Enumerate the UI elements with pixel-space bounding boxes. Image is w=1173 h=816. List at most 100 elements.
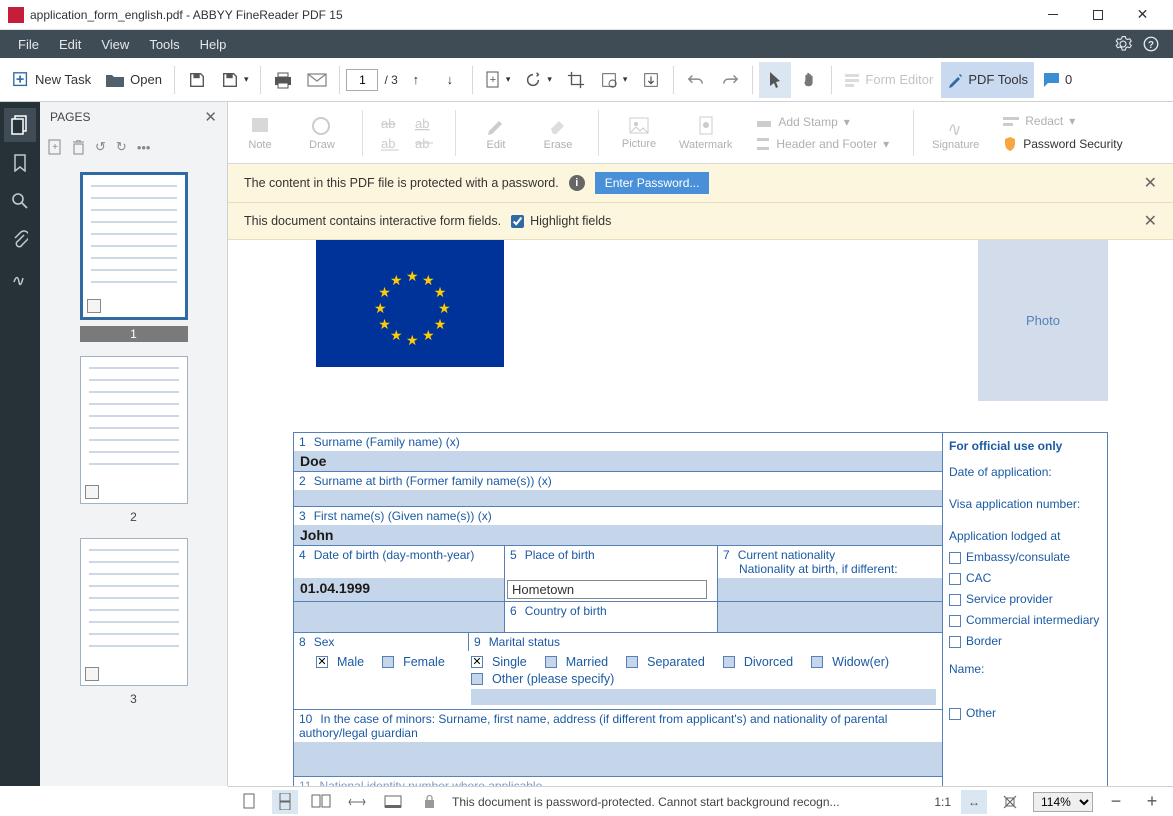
- open-button[interactable]: Open: [99, 62, 168, 98]
- dob-value[interactable]: 01.04.1999: [294, 578, 505, 601]
- strikethrough-icon[interactable]: ab: [381, 115, 403, 131]
- single-checkbox[interactable]: [471, 656, 483, 668]
- close-form-banner[interactable]: ✕: [1144, 211, 1157, 231]
- married-checkbox[interactable]: [545, 656, 557, 668]
- enter-password-button[interactable]: Enter Password...: [595, 172, 710, 194]
- hand-tool[interactable]: [793, 62, 825, 98]
- divorced-checkbox[interactable]: [723, 656, 735, 668]
- rotate-left-icon[interactable]: ↺: [95, 139, 106, 155]
- fit-page-width-icon[interactable]: ↔: [961, 790, 987, 814]
- crop-button[interactable]: [560, 62, 592, 98]
- print-button[interactable]: [267, 62, 299, 98]
- highlight-under-icon[interactable]: ab: [381, 135, 403, 151]
- signatures-tab-icon[interactable]: [4, 260, 36, 294]
- underline-icon[interactable]: ab: [415, 115, 437, 131]
- bookmarks-tab-icon[interactable]: [4, 146, 36, 180]
- page-thumbnail[interactable]: [80, 172, 188, 320]
- page-thumbnail[interactable]: [80, 356, 188, 504]
- settings-icon[interactable]: [1109, 30, 1137, 58]
- border-checkbox[interactable]: [949, 636, 961, 648]
- embassy-checkbox[interactable]: [949, 552, 961, 564]
- zoom-out-button[interactable]: −: [1103, 790, 1129, 814]
- commercial-checkbox[interactable]: [949, 615, 961, 627]
- male-checkbox[interactable]: [316, 656, 328, 668]
- save-as-button[interactable]: ▾: [215, 62, 255, 98]
- other-marital-field[interactable]: [471, 689, 936, 705]
- menu-tools[interactable]: Tools: [139, 30, 189, 58]
- page-down-button[interactable]: ↓: [434, 62, 466, 98]
- page-thumbnail[interactable]: [80, 538, 188, 686]
- menu-view[interactable]: View: [91, 30, 139, 58]
- form-editor-button[interactable]: Form Editor: [838, 62, 939, 98]
- menu-file[interactable]: File: [8, 30, 49, 58]
- fullscreen-icon[interactable]: [380, 790, 406, 814]
- more-icon[interactable]: •••: [137, 140, 151, 155]
- close-password-banner[interactable]: ✕: [1144, 173, 1157, 193]
- firstname-value[interactable]: John: [294, 525, 942, 545]
- note-tool[interactable]: Note: [238, 115, 282, 151]
- info-icon[interactable]: i: [569, 175, 585, 191]
- attachments-tab-icon[interactable]: [4, 222, 36, 256]
- ocr-button[interactable]: ▾: [594, 62, 634, 98]
- female-checkbox[interactable]: [382, 656, 394, 668]
- other-checkbox[interactable]: [949, 708, 961, 720]
- comments-button[interactable]: 0: [1036, 62, 1078, 98]
- surname-value[interactable]: Doe: [294, 451, 942, 471]
- zoom-ratio[interactable]: 1:1: [934, 795, 951, 809]
- picture-tool[interactable]: Picture: [617, 116, 661, 150]
- single-page-icon[interactable]: [236, 790, 262, 814]
- place-birth-input[interactable]: Hometown: [507, 580, 707, 599]
- separated-checkbox[interactable]: [626, 656, 638, 668]
- search-tab-icon[interactable]: [4, 184, 36, 218]
- save-button[interactable]: [181, 62, 213, 98]
- document-viewport[interactable]: ★★★★★★★★★★★★ Photo For official use only…: [228, 240, 1173, 786]
- rotate-right-icon[interactable]: ↻: [116, 139, 127, 155]
- minors-field[interactable]: [294, 742, 942, 776]
- page-number-input[interactable]: [346, 69, 378, 91]
- maximize-button[interactable]: [1075, 0, 1120, 30]
- cac-checkbox[interactable]: [949, 573, 961, 585]
- header-footer-button[interactable]: Header and Footer ▾: [750, 134, 895, 154]
- surname-birth-field[interactable]: [294, 490, 942, 506]
- pages-tab-icon[interactable]: [4, 108, 36, 142]
- minimize-button[interactable]: [1030, 0, 1075, 30]
- watermark-tool[interactable]: Watermark: [679, 115, 732, 151]
- signature-tool[interactable]: Signature: [932, 115, 979, 151]
- fit-width-icon[interactable]: [344, 790, 370, 814]
- page-up-button[interactable]: ↑: [400, 62, 432, 98]
- redo-button[interactable]: [714, 62, 746, 98]
- email-button[interactable]: [301, 62, 333, 98]
- delete-page-icon[interactable]: [72, 140, 85, 155]
- zoom-in-button[interactable]: +: [1139, 790, 1165, 814]
- nationality-field[interactable]: [718, 578, 942, 601]
- password-security-button[interactable]: Password Security: [997, 133, 1128, 155]
- zoom-select[interactable]: 114%: [1033, 792, 1093, 812]
- edit-tool[interactable]: Edit: [474, 115, 518, 151]
- pdf-tools-button[interactable]: PDF Tools: [941, 62, 1034, 98]
- close-button[interactable]: ✕: [1120, 0, 1165, 30]
- export-button[interactable]: [635, 62, 667, 98]
- other-marital-checkbox[interactable]: [471, 673, 483, 685]
- pages-panel-close[interactable]: ✕: [204, 108, 217, 126]
- lock-icon: [416, 790, 442, 814]
- double-strike-icon[interactable]: ab: [415, 135, 437, 151]
- help-icon[interactable]: ?: [1137, 30, 1165, 58]
- menu-edit[interactable]: Edit: [49, 30, 91, 58]
- widow-checkbox[interactable]: [811, 656, 823, 668]
- actual-size-icon[interactable]: [997, 790, 1023, 814]
- two-page-icon[interactable]: [308, 790, 334, 814]
- undo-button[interactable]: [680, 62, 712, 98]
- add-blank-page-icon[interactable]: +: [48, 139, 62, 155]
- draw-tool[interactable]: Draw: [300, 115, 344, 151]
- continuous-page-icon[interactable]: [272, 790, 298, 814]
- rotate-button[interactable]: ▾: [518, 62, 558, 98]
- redact-button[interactable]: Redact ▾: [997, 111, 1128, 131]
- add-page-button[interactable]: +▾: [479, 62, 517, 98]
- new-task-button[interactable]: New Task: [6, 62, 97, 98]
- highlight-fields-checkbox[interactable]: [511, 215, 524, 228]
- erase-tool[interactable]: Erase: [536, 115, 580, 151]
- pointer-tool[interactable]: [759, 62, 791, 98]
- service-checkbox[interactable]: [949, 594, 961, 606]
- add-stamp-button[interactable]: Add Stamp ▾: [750, 112, 895, 132]
- menu-help[interactable]: Help: [190, 30, 237, 58]
